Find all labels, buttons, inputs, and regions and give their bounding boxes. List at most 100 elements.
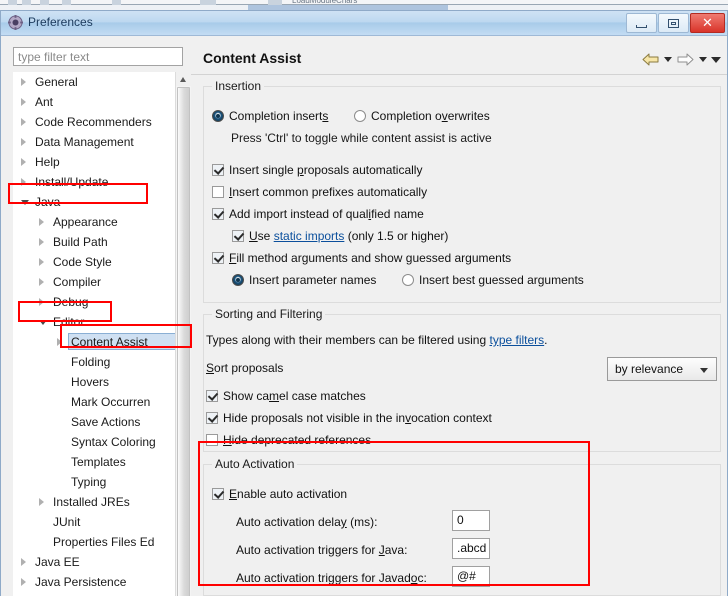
static-imports-link[interactable]: static imports	[274, 229, 345, 243]
chevron-right-icon[interactable]	[21, 158, 26, 166]
sorting-filtering-group: Sorting and Filtering Types along with t…	[203, 307, 721, 452]
auto-activation-delay-input[interactable]: 0	[452, 510, 490, 531]
chevron-right-icon[interactable]	[21, 178, 26, 186]
hide-not-visible-checkbox[interactable]: Hide proposals not visible in the invoca…	[206, 411, 492, 425]
completion-overwrites-radio[interactable]: Completion overwrites	[354, 109, 490, 123]
preferences-tree[interactable]: General Ant Code Recommenders Data Manageme…	[13, 72, 191, 596]
radio-indicator	[232, 274, 244, 286]
chevron-right-icon[interactable]	[39, 238, 44, 246]
tree-item-junit[interactable]: JUnit	[13, 512, 176, 532]
radio-indicator	[354, 110, 366, 122]
tree-item-java-ee[interactable]: Java EE	[13, 552, 176, 572]
chevron-right-icon[interactable]	[21, 558, 26, 566]
chevron-down-icon[interactable]	[39, 320, 47, 325]
tree-item-folding[interactable]: Folding	[13, 352, 176, 372]
tree-item-java-persistence[interactable]: Java Persistence	[13, 572, 176, 592]
tree-item-mark-occurren[interactable]: Mark Occurren	[13, 392, 176, 412]
insert-parameter-names-radio[interactable]: Insert parameter names	[232, 273, 376, 287]
type-filters-link[interactable]: type filters	[489, 333, 544, 347]
chevron-right-icon[interactable]	[57, 338, 62, 346]
chevron-right-icon[interactable]	[21, 578, 26, 586]
scroll-up-arrow-icon[interactable]	[176, 72, 191, 86]
tree-item-syntax-coloring[interactable]: Syntax Coloring	[13, 432, 176, 452]
tree-item-label: Properties Files Ed	[53, 535, 155, 549]
view-menu-chevron-icon[interactable]	[711, 56, 721, 63]
checkbox-indicator	[212, 488, 224, 500]
use-static-imports-checkbox[interactable]: Use static imports (only 1.5 or higher)	[232, 229, 448, 243]
radio-indicator	[212, 110, 224, 122]
close-button[interactable]: ✕	[690, 13, 725, 33]
forward-dropdown-chevron-icon[interactable]	[699, 57, 707, 62]
tree-item-compiler[interactable]: Compiler	[13, 272, 176, 292]
tree-item-properties-files-ed[interactable]: Properties Files Ed	[13, 532, 176, 552]
javadoc-triggers-label: Auto activation triggers for Javadoc:	[236, 571, 427, 585]
hide-deprecated-checkbox[interactable]: Hide deprecated references	[206, 433, 371, 447]
tree-item-editor[interactable]: Editor	[13, 312, 176, 332]
tree-item-label: JUnit	[53, 515, 81, 529]
tree-item-save-actions[interactable]: Save Actions	[13, 412, 176, 432]
tree-item-code-style[interactable]: Code Style	[13, 252, 176, 272]
tree-item-java[interactable]: Java	[13, 192, 176, 212]
javadoc-triggers-input[interactable]: @#	[452, 566, 490, 587]
filter-input[interactable]: type filter text	[13, 47, 183, 66]
value: .abcd	[457, 541, 487, 555]
label: Completion overwrites	[371, 109, 490, 123]
checkbox-indicator	[232, 230, 244, 242]
back-arrow-icon[interactable]	[641, 52, 660, 67]
add-import-checkbox[interactable]: Add import instead of qualified name	[212, 207, 424, 221]
tree-item-data-management[interactable]: Data Management	[13, 132, 176, 152]
insert-best-guessed-radio[interactable]: Insert best guessed arguments	[402, 273, 584, 287]
back-dropdown-chevron-icon[interactable]	[664, 57, 672, 62]
maximize-button[interactable]	[658, 13, 689, 33]
tree-scrollbar[interactable]	[175, 72, 191, 596]
dialog-titlebar[interactable]: Preferences ✕	[1, 11, 727, 36]
tree-item-label: Editor	[53, 315, 85, 329]
tree-item-label: Debug	[53, 295, 89, 309]
tree-item-ant[interactable]: Ant	[13, 92, 176, 112]
checkbox-indicator	[206, 412, 218, 424]
tree-item-install-update[interactable]: Install/Update	[13, 172, 176, 192]
chevron-down-icon[interactable]	[21, 200, 29, 205]
show-camel-case-checkbox[interactable]: Show camel case matches	[206, 389, 366, 403]
completion-inserts-radio[interactable]: Completion inserts	[212, 109, 328, 123]
chevron-right-icon[interactable]	[39, 258, 44, 266]
insert-common-prefixes-checkbox[interactable]: Insert common prefixes automatically	[212, 185, 427, 199]
tree-item-appearance[interactable]: Appearance	[13, 212, 176, 232]
tree-item-templates[interactable]: Templates	[13, 452, 176, 472]
tree-item-code-recommenders[interactable]: Code Recommenders	[13, 112, 176, 132]
enable-auto-activation-checkbox[interactable]: Enable auto activation	[212, 487, 347, 501]
filter-placeholder: type filter text	[18, 50, 90, 64]
tree-item-help[interactable]: Help	[13, 152, 176, 172]
chevron-right-icon[interactable]	[39, 278, 44, 286]
chevron-right-icon[interactable]	[39, 498, 44, 506]
tree-item-typing[interactable]: Typing	[13, 472, 176, 492]
label: Show camel case matches	[223, 389, 366, 403]
chevron-right-icon[interactable]	[21, 78, 26, 86]
java-triggers-input[interactable]: .abcd	[452, 538, 490, 559]
chevron-right-icon[interactable]	[21, 98, 26, 106]
fill-method-arguments-checkbox[interactable]: Fill method arguments and show guessed a…	[212, 251, 511, 265]
tree-item-hovers[interactable]: Hovers	[13, 372, 176, 392]
chevron-right-icon[interactable]	[21, 138, 26, 146]
label: Hide deprecated references	[223, 433, 372, 447]
insert-single-proposals-checkbox[interactable]: Insert single proposals automatically	[212, 163, 422, 177]
tree-item-javascript[interactable]: JavaScript	[13, 592, 176, 596]
chevron-right-icon[interactable]	[39, 298, 44, 306]
tree-item-label: Ant	[35, 95, 54, 109]
content-navigation	[641, 52, 721, 67]
tree-item-installed-jres[interactable]: Installed JREs	[13, 492, 176, 512]
chevron-right-icon[interactable]	[39, 218, 44, 226]
tree-item-label: Java EE	[35, 555, 80, 569]
sort-proposals-select[interactable]: by relevance	[607, 357, 717, 381]
insertion-legend: Insertion	[212, 79, 265, 93]
minimize-button[interactable]	[626, 13, 657, 33]
tree-item-label: Java	[35, 195, 61, 209]
tree-item-content-assist[interactable]: Content Assist≡	[13, 332, 185, 352]
tree-item-build-path[interactable]: Build Path	[13, 232, 176, 252]
chevron-right-icon[interactable]	[21, 118, 26, 126]
scrollbar-thumb[interactable]	[177, 87, 190, 596]
tree-item-debug[interactable]: Debug	[13, 292, 176, 312]
background-icon-6	[200, 0, 216, 5]
forward-arrow-icon[interactable]	[676, 52, 695, 67]
tree-item-general[interactable]: General	[13, 72, 176, 92]
